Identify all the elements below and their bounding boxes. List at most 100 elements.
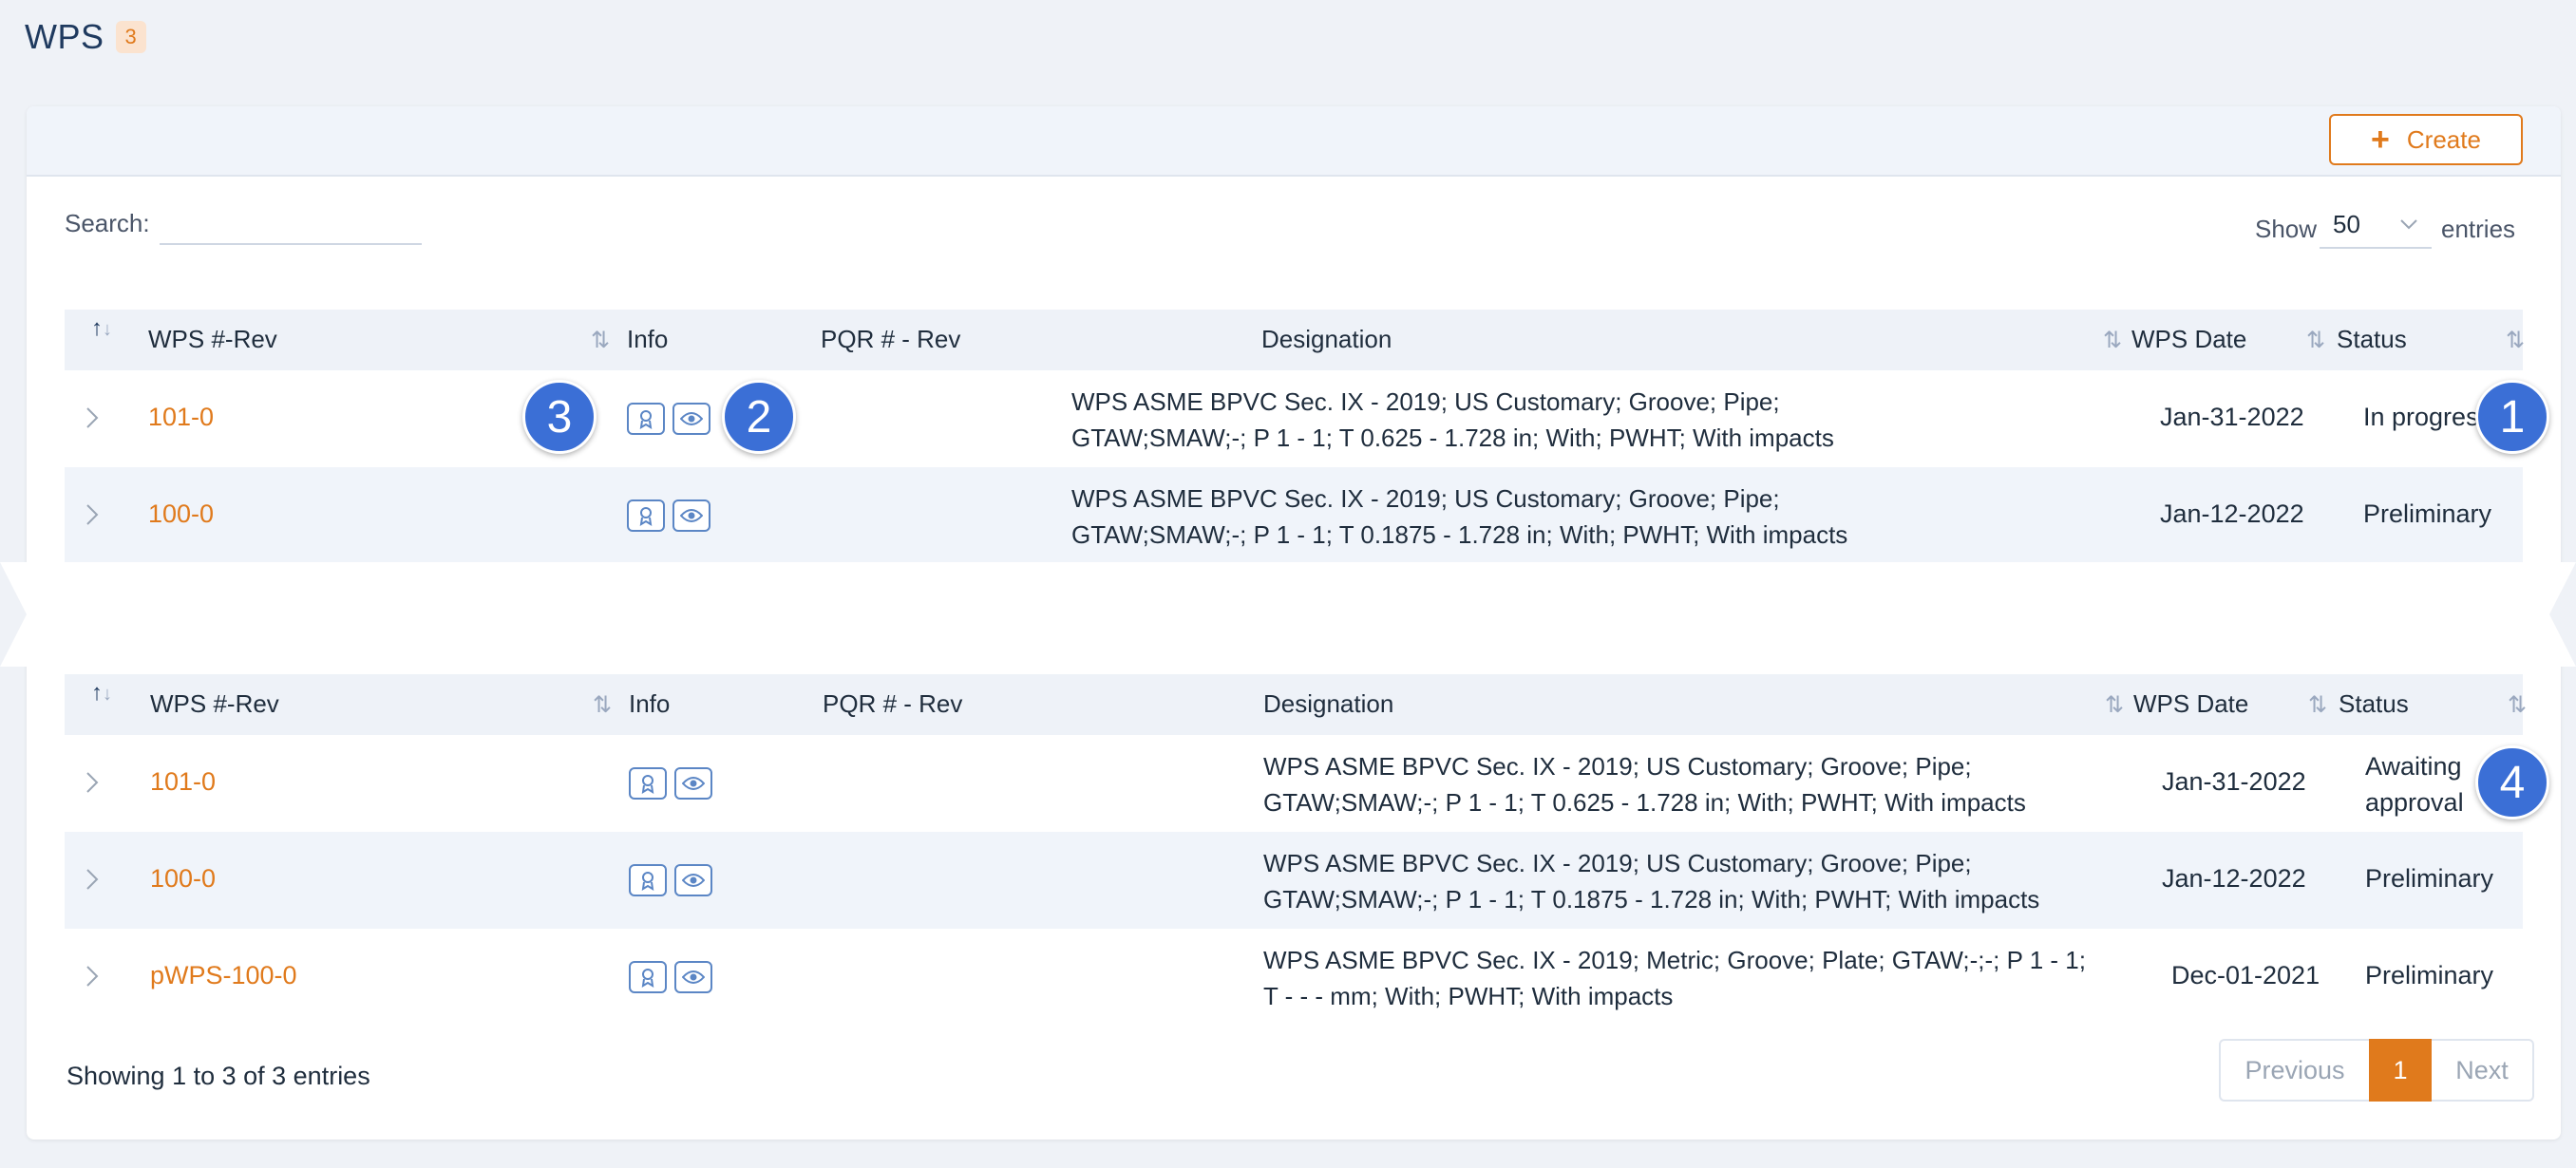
status: In progress: [2363, 403, 2492, 431]
info-buttons: [627, 403, 710, 435]
create-label: Create: [2406, 124, 2481, 154]
designation: WPS ASME BPVC Sec. IX - 2019; US Customa…: [1071, 384, 1926, 456]
plus-icon: +: [2371, 122, 2390, 158]
break-edge: [0, 562, 27, 667]
wps-date: Dec-01-2021: [2171, 961, 2320, 989]
designation-line: GTAW;SMAW;-; P 1 - 1; T 0.625 - 1.728 in…: [1071, 424, 1834, 452]
sort-icon[interactable]: ⇅: [2308, 691, 2327, 719]
col-status[interactable]: Status: [2337, 325, 2407, 354]
chevron-right-icon[interactable]: [78, 405, 104, 431]
table-row[interactable]: pWPS-100-0 WPS ASME BPVC Sec. IX - 2019;…: [65, 929, 2523, 1026]
chevron-right-icon[interactable]: [78, 866, 104, 893]
section-break: [0, 562, 2576, 667]
wps-link[interactable]: 100-0: [150, 864, 216, 894]
sort-icon[interactable]: ⇅: [2506, 327, 2525, 354]
callout-marker: 4: [2475, 745, 2549, 819]
designation-line: GTAW;SMAW;-; P 1 - 1; T 0.1875 - 1.728 i…: [1263, 885, 2040, 914]
eye-icon[interactable]: [674, 864, 712, 896]
status: Awaiting approval: [2365, 748, 2464, 820]
designation-line: WPS ASME BPVC Sec. IX - 2019; US Customa…: [1263, 849, 1972, 877]
designation-line: GTAW;SMAW;-; P 1 - 1; T 0.625 - 1.728 in…: [1263, 788, 2026, 817]
page-1-button[interactable]: 1: [2369, 1039, 2432, 1102]
eye-icon[interactable]: [672, 403, 710, 435]
break-edge: [2549, 562, 2576, 667]
designation: WPS ASME BPVC Sec. IX - 2019; Metric; Gr…: [1263, 942, 2175, 1014]
designation-line: T - - - mm; With; PWHT; With impacts: [1263, 982, 1674, 1010]
eye-icon[interactable]: [674, 961, 712, 993]
table-header: ↑↓ WPS #-Rev ⇅ Info PQR # - Rev Designat…: [65, 674, 2527, 735]
search-input[interactable]: [160, 201, 422, 245]
chevron-right-icon[interactable]: [78, 769, 104, 796]
entries-label: entries: [2441, 215, 2516, 243]
status-line: approval: [2365, 788, 2464, 817]
chevron-right-icon[interactable]: [78, 501, 104, 528]
chevron-right-icon[interactable]: [78, 963, 104, 989]
show-label: Show: [2255, 215, 2318, 243]
wps-link[interactable]: 101-0: [148, 403, 214, 432]
wps-link[interactable]: 100-0: [148, 499, 214, 529]
next-button[interactable]: Next: [2432, 1039, 2534, 1102]
sort-icon[interactable]: ⇅: [2306, 327, 2325, 354]
info-buttons: [629, 961, 712, 993]
certificate-icon[interactable]: [627, 499, 665, 532]
page-header: WPS 3: [25, 17, 146, 57]
col-status[interactable]: Status: [2339, 689, 2409, 719]
entries-value: 50: [2333, 209, 2360, 238]
pagination: Previous 1 Next: [2219, 1039, 2534, 1102]
wps-link[interactable]: 101-0: [150, 767, 216, 797]
table-row[interactable]: 101-0 WPS ASME BPVC Sec. IX - 2019; US C…: [65, 735, 2523, 832]
designation-line: WPS ASME BPVC Sec. IX - 2019; US Customa…: [1071, 484, 1780, 513]
wps-date: Jan-31-2022: [2160, 403, 2304, 431]
designation: WPS ASME BPVC Sec. IX - 2019; US Customa…: [1263, 845, 2118, 917]
wps-date: Jan-31-2022: [2162, 767, 2306, 796]
col-wps-date[interactable]: WPS Date: [2133, 689, 2248, 719]
col-info: Info: [629, 689, 671, 718]
certificate-icon[interactable]: [629, 961, 667, 993]
col-wps-date[interactable]: WPS Date: [2131, 325, 2246, 354]
table-row[interactable]: 101-0 WPS ASME BPVC Sec. IX - 2019; US C…: [65, 370, 2523, 467]
callout-marker: 3: [522, 380, 597, 454]
certificate-icon[interactable]: [629, 864, 667, 896]
info-buttons: [629, 864, 712, 896]
designation-line: WPS ASME BPVC Sec. IX - 2019; US Customa…: [1071, 387, 1780, 416]
col-designation[interactable]: Designation: [1263, 689, 1393, 719]
info-buttons: [627, 499, 710, 532]
wps-link[interactable]: pWPS-100-0: [150, 961, 297, 990]
status: Preliminary: [2365, 961, 2494, 989]
status-line: Awaiting: [2365, 752, 2462, 781]
certificate-icon[interactable]: [629, 767, 667, 800]
table-header: ↑↓ WPS #-Rev ⇅ Info PQR # - Rev Designat…: [65, 310, 2525, 370]
sort-icon[interactable]: ⇅: [2508, 691, 2527, 719]
certificate-icon[interactable]: [627, 403, 665, 435]
count-badge: 3: [115, 21, 146, 53]
sort-asc-icon[interactable]: ↑↓: [91, 315, 112, 342]
sort-asc-icon[interactable]: ↑↓: [91, 680, 112, 706]
designation-line: GTAW;SMAW;-; P 1 - 1; T 0.1875 - 1.728 i…: [1071, 520, 1848, 549]
col-designation[interactable]: Designation: [1261, 325, 1392, 354]
designation: WPS ASME BPVC Sec. IX - 2019; US Customa…: [1263, 748, 2118, 820]
search-label: Search:: [65, 209, 150, 237]
table-row[interactable]: 100-0 WPS ASME BPVC Sec. IX - 2019; US C…: [65, 832, 2523, 929]
table-info: Showing 1 to 3 of 3 entries: [66, 1062, 370, 1090]
sort-icon[interactable]: ⇅: [593, 691, 612, 719]
eye-icon[interactable]: [674, 767, 712, 800]
callout-marker: 1: [2475, 380, 2549, 454]
status: Preliminary: [2363, 499, 2492, 528]
table-row[interactable]: 100-0 WPS ASME BPVC Sec. IX - 2019; US C…: [65, 467, 2523, 564]
eye-icon[interactable]: [672, 499, 710, 532]
designation-line: WPS ASME BPVC Sec. IX - 2019; US Customa…: [1263, 752, 1972, 781]
wps-table-top: ↑↓ WPS #-Rev ⇅ Info PQR # - Rev Designat…: [65, 310, 2525, 564]
create-button[interactable]: + Create: [2329, 114, 2523, 165]
col-wps[interactable]: WPS #-Rev: [148, 325, 277, 354]
designation: WPS ASME BPVC Sec. IX - 2019; US Customa…: [1071, 480, 1926, 553]
entries-select[interactable]: 50: [2320, 201, 2432, 249]
sort-icon[interactable]: ⇅: [591, 327, 610, 354]
wps-date: Jan-12-2022: [2160, 499, 2304, 528]
sort-icon[interactable]: ⇅: [2103, 327, 2122, 354]
sort-icon[interactable]: ⇅: [2105, 691, 2124, 719]
previous-button[interactable]: Previous: [2219, 1039, 2369, 1102]
wps-date: Jan-12-2022: [2162, 864, 2306, 893]
col-wps[interactable]: WPS #-Rev: [150, 689, 279, 719]
callout-marker: 2: [722, 380, 796, 454]
chevron-down-icon: [2400, 219, 2417, 230]
